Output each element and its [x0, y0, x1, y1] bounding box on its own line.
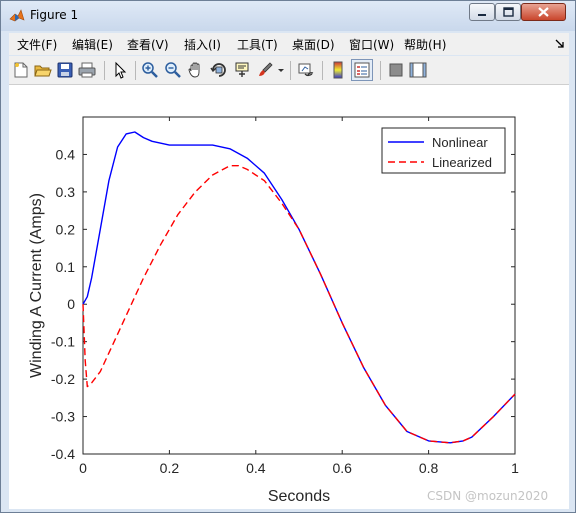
- link-plot-icon[interactable]: [297, 61, 315, 79]
- window-title: Figure 1: [30, 8, 79, 22]
- print-icon[interactable]: [78, 61, 96, 79]
- menu-bar: 文件(F) 编辑(E) 查看(V) 插入(I) 工具(T) 桌面(D) 窗口(W…: [9, 33, 569, 55]
- minimize-button[interactable]: [469, 3, 495, 21]
- legend-icon[interactable]: [351, 59, 373, 81]
- menu-desktop[interactable]: 桌面(D): [292, 36, 335, 53]
- legend-label-linearized: Linearized: [432, 155, 492, 170]
- x-tick-label: 0.2: [160, 460, 180, 476]
- menu-tools[interactable]: 工具(T): [237, 36, 278, 53]
- y-tick-label: -0.1: [51, 334, 75, 350]
- y-tick-label: 0: [67, 296, 75, 312]
- menu-help[interactable]: 帮助(H): [404, 36, 446, 53]
- brush-dropdown-icon[interactable]: [277, 61, 285, 79]
- x-tick-label: 0.8: [419, 460, 439, 476]
- brush-icon[interactable]: [256, 61, 274, 79]
- close-icon: [538, 7, 549, 17]
- y-axis-label: Winding A Current (Amps): [28, 193, 45, 378]
- colorbar-icon[interactable]: [329, 61, 347, 79]
- matlab-logo-icon: [9, 9, 25, 22]
- title-bar[interactable]: Figure 1: [1, 1, 575, 31]
- menu-view[interactable]: 查看(V): [127, 36, 169, 53]
- watermark-text: CSDN @mozun2020: [427, 489, 549, 503]
- toolbar-separator: [104, 61, 105, 80]
- open-file-icon[interactable]: [34, 61, 52, 79]
- x-tick-label: 0.6: [332, 460, 352, 476]
- x-axis-label: Seconds: [268, 488, 330, 505]
- y-tick-label: 0.3: [56, 184, 76, 200]
- menu-window[interactable]: 窗口(W): [349, 36, 394, 53]
- legend-label-nonlinear: Nonlinear: [432, 135, 488, 150]
- menu-insert[interactable]: 插入(I): [184, 36, 221, 53]
- y-tick-label: -0.2: [51, 371, 75, 387]
- toolbar-separator: [380, 61, 381, 80]
- y-tick-label: 0.2: [56, 221, 76, 237]
- y-tick-label: -0.4: [51, 446, 75, 462]
- x-tick-label: 0: [79, 460, 87, 476]
- menu-file[interactable]: 文件(F): [17, 36, 57, 53]
- menu-edit[interactable]: 编辑(E): [72, 36, 113, 53]
- toolbar-separator: [135, 61, 136, 80]
- data-cursor-icon[interactable]: [233, 61, 251, 79]
- maximize-icon: [503, 7, 514, 17]
- toolbar-separator: [290, 61, 291, 80]
- new-figure-icon[interactable]: [12, 61, 30, 79]
- figure-canvas: 0 0.2 0.4 0.6 0.8 1 -0.4 -0.3 -0.2 -0.1 0 0.1 0.2 0.3…: [9, 85, 569, 509]
- figure-toolbar: [9, 56, 569, 85]
- figure-window: Figure 1 文件(F) 编辑(E) 查看(V) 插入(I) 工具(T) 桌…: [0, 0, 576, 513]
- x-tick-label: 0.4: [246, 460, 266, 476]
- pan-hand-icon[interactable]: [187, 61, 205, 79]
- y-tick-label: 0.4: [56, 146, 76, 162]
- save-icon[interactable]: [56, 61, 74, 79]
- y-tick-label: 0.1: [56, 259, 76, 275]
- plot-area[interactable]: 0 0.2 0.4 0.6 0.8 1 -0.4 -0.3 -0.2 -0.1 0 0.1 0.2 0.3…: [9, 85, 569, 509]
- x-tick-label: 1: [511, 460, 519, 476]
- pointer-icon[interactable]: [111, 61, 129, 79]
- zoom-out-icon[interactable]: [164, 61, 182, 79]
- dock-arrow-icon[interactable]: [555, 39, 565, 49]
- toolbar-separator: [322, 61, 323, 80]
- minimize-icon: [478, 14, 486, 16]
- maximize-button[interactable]: [495, 3, 521, 21]
- show-plot-tools-icon[interactable]: [409, 61, 427, 79]
- rotate-3d-icon[interactable]: [210, 61, 228, 79]
- y-tick-label: -0.3: [51, 409, 75, 425]
- hide-plot-tools-icon[interactable]: [387, 61, 405, 79]
- zoom-in-icon[interactable]: [141, 61, 159, 79]
- close-button[interactable]: [521, 3, 566, 21]
